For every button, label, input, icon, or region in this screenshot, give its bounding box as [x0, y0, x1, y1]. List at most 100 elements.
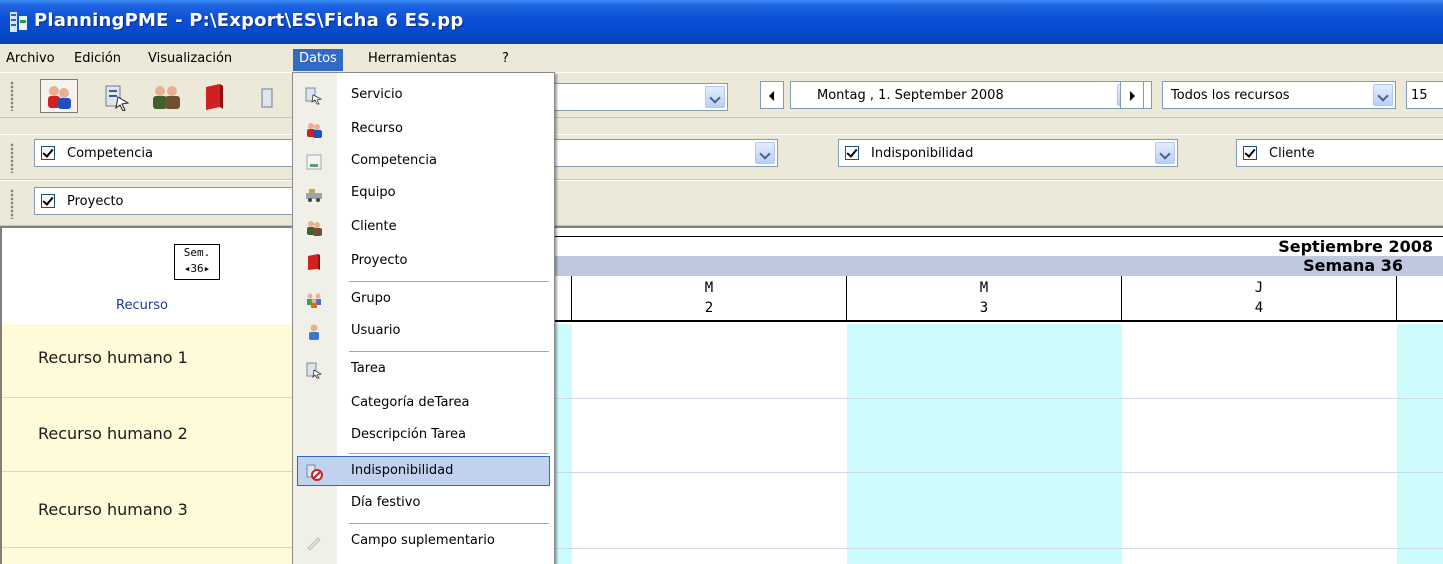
project-book-icon: [308, 254, 320, 270]
competencia-filter[interactable]: Competencia: [34, 139, 294, 167]
date-value: Montag , 1. September 2008: [817, 88, 1004, 103]
week-navigator[interactable]: Sem. ◂36▸: [174, 244, 220, 280]
menu-item-descripcion-tarea[interactable]: Descripción Tarea: [293, 421, 554, 451]
cliente-filter[interactable]: Cliente: [1236, 139, 1443, 167]
equipment-icon: [306, 189, 322, 202]
menu-help[interactable]: ?: [496, 49, 515, 71]
unavailability-icon: [306, 464, 323, 481]
clients-icon[interactable]: [150, 83, 184, 111]
week-box-title: Sem.: [183, 246, 211, 259]
planning-grid[interactable]: Sem. ◂36▸ Recurso Recurso humano 1 Recur…: [0, 226, 1443, 564]
competencia-checkbox[interactable]: [41, 146, 55, 160]
next-date-button[interactable]: [1120, 81, 1144, 109]
toolbar-grip[interactable]: [10, 189, 14, 219]
resource-name: Recurso humano 1: [38, 348, 188, 367]
competencia-label: Competencia: [67, 146, 154, 161]
resource-view-button[interactable]: [40, 79, 78, 113]
menu-item-categoria-tarea[interactable]: Categoría deTarea: [293, 389, 554, 419]
toolbar-grip[interactable]: [10, 143, 14, 173]
view-mode-select[interactable]: [552, 83, 728, 111]
service-icon: [305, 87, 323, 105]
menu-edicion[interactable]: Edición: [68, 49, 127, 71]
day-header: M 3: [847, 276, 1122, 322]
menu-item-competencia[interactable]: Competencia: [293, 147, 554, 177]
resource-filter-select[interactable]: Todos los recursos: [1162, 81, 1396, 109]
previous-date-button[interactable]: [760, 81, 784, 109]
menu-bar: Archivo Edición Visualización Datos Herr…: [0, 46, 1443, 72]
menu-item-campo-suplementario[interactable]: Campo suplementario: [293, 527, 554, 557]
extra-field-icon: [307, 537, 321, 551]
day-header-partial: [554, 276, 572, 322]
menu-datos[interactable]: Datos: [293, 49, 343, 71]
day-letter: M: [979, 280, 989, 296]
projects-icon[interactable]: [202, 83, 226, 111]
app-icon: [10, 12, 28, 32]
week-box-nav[interactable]: ◂36▸: [175, 261, 219, 277]
week-header: Semana 36: [554, 256, 1443, 276]
indisponibilidad-filter[interactable]: Indisponibilidad: [838, 139, 1178, 167]
date-picker[interactable]: Montag , 1. September 2008: [790, 81, 1152, 109]
menu-item-tarea[interactable]: Tarea: [293, 355, 554, 385]
menu-item-servicio[interactable]: Servicio: [293, 81, 554, 111]
resource-row[interactable]: Recurso humano 1: [2, 324, 294, 398]
day-column[interactable]: [1122, 324, 1397, 564]
day-number: 2: [704, 300, 714, 316]
zoom-value: 15: [1411, 88, 1428, 103]
resource-row[interactable]: Recurso humano 2: [2, 398, 294, 472]
indisponibilidad-checkbox[interactable]: [845, 146, 859, 160]
proyecto-checkbox[interactable]: [41, 194, 55, 208]
day-number: 4: [1254, 300, 1264, 316]
menu-visualizacion[interactable]: Visualización: [142, 49, 238, 71]
indisponibilidad-label: Indisponibilidad: [871, 146, 974, 161]
filter-toolbar: Competencia Indisponibilidad Cliente: [0, 134, 1443, 180]
chevron-down-icon[interactable]: [1155, 142, 1175, 164]
menu-item-equipo[interactable]: Equipo: [293, 179, 554, 209]
menu-archivo[interactable]: Archivo: [0, 49, 61, 71]
day-header: J 4: [1122, 276, 1397, 322]
menu-separator: [349, 453, 549, 454]
day-column[interactable]: [554, 324, 572, 564]
partial-icon: [261, 88, 273, 108]
skill-icon: [306, 154, 322, 170]
cliente-checkbox[interactable]: [1243, 146, 1257, 160]
datos-menu: Servicio Recurso Competencia Equipo Clie…: [292, 72, 555, 564]
row-divider: [554, 548, 1443, 549]
resource-people-icon: [307, 123, 322, 138]
zoom-select[interactable]: 15: [1406, 81, 1443, 109]
menu-item-proyecto[interactable]: Proyecto: [293, 247, 554, 277]
main-toolbar: Montag , 1. September 2008 Todos los rec…: [0, 72, 1443, 118]
proyecto-filter[interactable]: Proyecto: [34, 187, 294, 215]
proyecto-label: Proyecto: [67, 194, 124, 209]
month-header: Septiembre 2008: [554, 236, 1443, 256]
chevron-down-icon[interactable]: [1373, 84, 1393, 106]
toolbar-grip[interactable]: [10, 81, 14, 111]
menu-item-grupo[interactable]: Grupo: [293, 285, 554, 315]
group-icon: [307, 293, 321, 308]
resource-row[interactable]: [2, 548, 294, 564]
chevron-down-icon[interactable]: [705, 86, 725, 108]
task-icon: [306, 362, 323, 379]
task-list-icon[interactable]: [104, 83, 132, 111]
day-column[interactable]: [1397, 324, 1443, 564]
client-icon: [307, 221, 322, 236]
resources-icon: [48, 86, 71, 109]
day-header: M 2: [572, 276, 847, 322]
menu-item-indisponibilidad[interactable]: Indisponibilidad: [297, 456, 550, 486]
menu-item-usuario[interactable]: Usuario: [293, 317, 554, 347]
resource-row[interactable]: Recurso humano 3: [2, 472, 294, 548]
menu-item-dia-festivo[interactable]: Día festivo: [293, 489, 554, 519]
day-column[interactable]: [572, 324, 847, 564]
day-column[interactable]: [847, 324, 1122, 564]
menu-herramientas[interactable]: Herramientas: [362, 49, 463, 71]
chevron-down-icon[interactable]: [755, 142, 775, 164]
day-header-partial: [1397, 276, 1443, 322]
project-toolbar: Proyecto: [0, 180, 1443, 226]
day-letter: J: [1254, 280, 1264, 296]
menu-separator: [349, 523, 549, 524]
day-letter: M: [704, 280, 714, 296]
menu-item-cliente[interactable]: Cliente: [293, 213, 554, 243]
menu-item-recurso[interactable]: Recurso: [293, 115, 554, 145]
resource-column-header[interactable]: Recurso: [2, 298, 282, 313]
competencia-filter-select[interactable]: [552, 139, 778, 167]
title-bar[interactable]: PlanningPME - P:\Export\ES\Ficha 6 ES.pp: [0, 0, 1443, 44]
